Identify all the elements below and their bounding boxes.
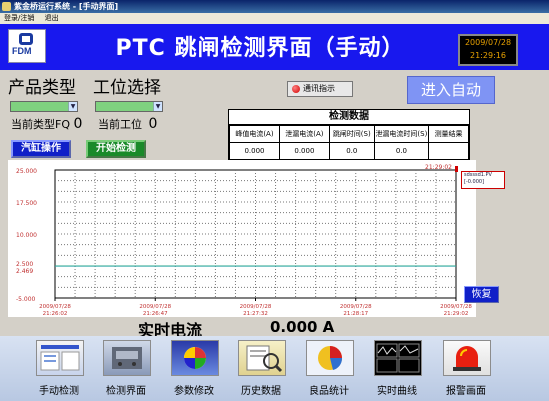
page-title: PTC 跳闸检测界面（手动） <box>115 36 405 61</box>
nav-label: 良品统计 <box>309 386 349 397</box>
nav-label: 报警画面 <box>446 386 486 397</box>
col-leak-time: 泄漏电流时间(S) <box>373 125 430 143</box>
product-type-dropdown[interactable]: ▼ <box>10 101 78 112</box>
current-type: 当前类型FQ 0 <box>11 116 82 132</box>
cell-leak-current: 0.000 <box>278 142 330 160</box>
realtime-current-value: 0.000 A <box>270 318 335 336</box>
nav-manual-test[interactable]: 手动检测 <box>26 336 92 401</box>
table-row: 0.000 0.000 0.0 0.0 <box>229 142 469 160</box>
x-tick-date: 2009/07/28 <box>240 304 272 310</box>
current-station-value: 0 <box>148 116 158 132</box>
nav-realtime-curve[interactable]: 实时曲线 <box>364 336 430 401</box>
nav-test-screen[interactable]: 检测界面 <box>93 336 159 401</box>
station-select-label: 工位选择 <box>93 78 161 98</box>
legend-series-name: sdsssd1.PV <box>464 172 492 178</box>
product-type-label: 产品类型 <box>8 78 76 98</box>
current-type-label: 当前类型FQ <box>11 118 70 131</box>
realtime-curve-icon <box>374 340 422 376</box>
x-tick-date: 2009/07/28 <box>340 304 372 310</box>
x-tick-time: 21:28:17 <box>343 311 368 317</box>
cell-trip-time: 0.0 <box>328 142 375 160</box>
statistics-icon <box>306 340 354 376</box>
history-data-icon <box>238 340 286 376</box>
menu-login-logout[interactable]: 登录/注销 <box>4 14 34 22</box>
restore-button[interactable]: 恢复 <box>464 286 499 303</box>
window-title: 紫金桥运行系统 - [手动界面] <box>14 2 119 11</box>
station-dropdown[interactable]: ▼ <box>95 101 163 112</box>
cell-result <box>428 142 469 160</box>
nav-statistics[interactable]: 良品统计 <box>296 336 362 401</box>
x-tick-time: 21:29:02 <box>444 311 469 317</box>
col-leak-current: 泄漏电流(A) <box>278 125 330 143</box>
x-tick-date: 2009/07/28 <box>39 304 71 310</box>
logo-text: FDM <box>12 46 32 56</box>
enter-auto-button[interactable]: 进入自动 <box>407 76 495 104</box>
nav-param-edit[interactable]: 参数修改 <box>161 336 227 401</box>
menu-bar: 登录/注销 退出 <box>0 13 549 24</box>
clock-display: 2009/07/28 21:29:16 <box>458 34 518 66</box>
y-tick-label: -5.000 <box>16 296 36 303</box>
y-tick-label: 2.500 <box>16 261 33 268</box>
col-peak-current: 峰值电流(A) <box>229 125 280 143</box>
chevron-down-icon: ▼ <box>153 102 162 111</box>
chevron-down-icon: ▼ <box>68 102 77 111</box>
table-caption: 检测数据 <box>229 110 469 125</box>
current-type-value: 0 <box>73 116 83 132</box>
nav-label: 实时曲线 <box>377 386 417 397</box>
nav-label: 历史数据 <box>241 386 281 397</box>
nav-label: 手动检测 <box>39 386 79 397</box>
param-edit-icon <box>171 340 219 376</box>
cell-peak-current: 0.000 <box>229 142 280 160</box>
chart-svg: 25.00017.50010.0002.5002.469-5.0002009/0… <box>16 164 472 317</box>
alarm-icon <box>443 340 491 376</box>
bottom-nav: 手动检测 检测界面 参数修改 历史数据 良品统计 实时曲线 报警画面 <box>0 336 549 401</box>
app-icon <box>2 2 11 11</box>
col-trip-time: 跳闸时间(S) <box>328 125 375 143</box>
table-header-row: 峰值电流(A) 泄漏电流(A) 跳闸时间(S) 泄漏电流时间(S) 测量结果 <box>229 125 469 143</box>
test-data-table: 检测数据 峰值电流(A) 泄漏电流(A) 跳闸时间(S) 泄漏电流时间(S) 测… <box>228 109 470 161</box>
cell-leak-time: 0.0 <box>373 142 430 160</box>
clock-date: 2009/07/28 <box>464 38 512 47</box>
header-banner: FDM PTC 跳闸检测界面（手动） 2009/07/28 21:29:16 <box>0 24 549 70</box>
clock-time: 21:29:16 <box>470 51 506 60</box>
nav-history-data[interactable]: 历史数据 <box>228 336 294 401</box>
start-test-button[interactable]: 开始检测 <box>86 140 146 158</box>
comm-indicator-label: 通讯指示 <box>303 84 335 93</box>
current-station-label: 当前工位 <box>98 118 142 131</box>
col-result: 测量结果 <box>428 125 469 143</box>
comm-indicator: 通讯指示 <box>287 81 353 97</box>
current-station: 当前工位 0 <box>98 116 157 132</box>
nav-label: 检测界面 <box>106 386 146 397</box>
chart-legend: sdsssd1.PV [-0.000] <box>461 171 505 189</box>
chart-top-time-label: 21:29:02 <box>425 164 452 171</box>
x-tick-time: 21:27:32 <box>243 311 268 317</box>
cylinder-operation-button[interactable]: 汽缸操作 <box>11 140 71 158</box>
y-tick-label: 10.000 <box>16 232 37 239</box>
manual-test-icon <box>36 340 84 376</box>
realtime-chart: 25.000 17.500 10.000 2.500 2.469 -5.000 2009/0… <box>8 160 476 317</box>
menu-exit[interactable]: 退出 <box>45 14 59 22</box>
y-tick-label: 17.500 <box>16 200 37 207</box>
series-marker <box>455 166 458 172</box>
x-tick-date: 2009/07/28 <box>139 304 171 310</box>
test-screen-icon <box>103 340 151 376</box>
nav-alarm[interactable]: 报警画面 <box>433 336 499 401</box>
nav-label: 参数修改 <box>174 386 214 397</box>
legend-series-value: [-0.000] <box>464 179 485 185</box>
x-tick-date: 2009/07/28 <box>440 304 472 310</box>
window-title-bar: 紫金桥运行系统 - [手动界面] <box>0 0 549 13</box>
company-logo: FDM <box>8 29 46 63</box>
x-tick-time: 21:26:02 <box>43 311 68 317</box>
comm-status-led-icon <box>292 85 300 93</box>
y-tick-label: 25.000 <box>16 168 37 175</box>
y-tick-label: 2.469 <box>16 268 33 275</box>
